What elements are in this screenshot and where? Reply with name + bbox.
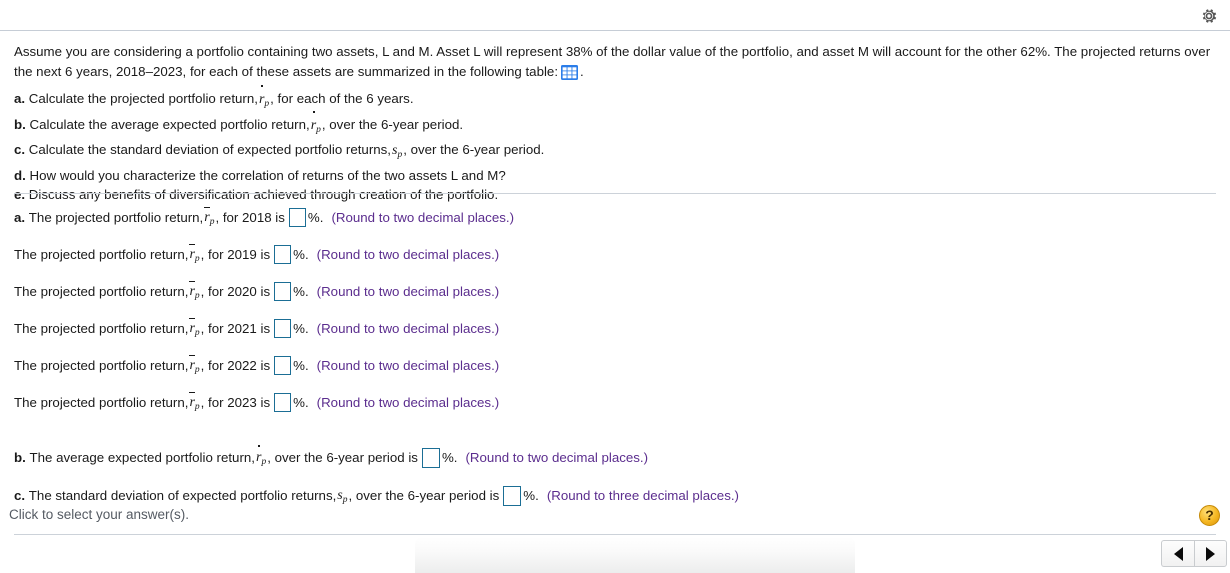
rounding-hint-2022: (Round to two decimal places.): [316, 358, 500, 373]
answer-input-average[interactable]: [421, 447, 440, 468]
percent-sign: %.: [441, 450, 458, 465]
answer-row-2020-prefix: The projected portfolio return,: [14, 284, 189, 299]
part-b-text: Calculate the average expected portfolio…: [29, 116, 310, 132]
triangle-left-icon: [1173, 546, 1183, 561]
answer-input-2018[interactable]: [288, 208, 306, 227]
part-a-text-after: , for each of the 6 years.: [270, 91, 414, 106]
answer-row-2023-prefix: The projected portfolio return,: [14, 395, 189, 410]
answer-row-stddev-middle: , over the 6-year period is: [348, 488, 500, 503]
part-c-text-after: , over the 6-year period.: [403, 142, 545, 158]
answer-input-2019[interactable]: [274, 245, 292, 264]
question-parts-list: a. Calculate the projected portfolio ret…: [14, 85, 1216, 205]
r-bar-p-symbol: rp: [189, 243, 200, 264]
next-button[interactable]: [1194, 540, 1227, 567]
question-part-a: a. Calculate the projected portfolio ret…: [14, 85, 1216, 112]
answer-input-2021[interactable]: [274, 319, 292, 338]
answer-row-2019-prefix: The projected portfolio return,: [14, 247, 189, 262]
answer-input-stddev[interactable]: [503, 485, 522, 506]
rounding-hint-average: (Round to two decimal places.): [465, 450, 649, 465]
triangle-right-icon: [1206, 546, 1215, 561]
s-p-symbol: sp: [337, 487, 348, 505]
answer-input-2022[interactable]: [274, 356, 292, 375]
question-stem: Assume you are considering a portfolio c…: [0, 31, 1230, 205]
s-p-symbol: sp: [392, 143, 403, 161]
r-bar-p-symbol: rp: [204, 206, 214, 227]
rounding-hint-2018: (Round to two decimal places.): [331, 210, 514, 225]
previous-button[interactable]: [1161, 540, 1194, 567]
answer-row-2018-label: a.: [14, 210, 26, 225]
r-bar-p-symbol: rp: [189, 317, 200, 338]
table-icon[interactable]: [561, 65, 579, 80]
answer-row-stddev-prefix: The standard deviation of expected portf…: [28, 488, 337, 503]
footer-divider: [14, 534, 1216, 535]
part-c-label: c.: [14, 142, 26, 158]
r-bar-p-symbol: rp: [311, 110, 321, 138]
select-answer-hint: Click to select your answer(s).: [9, 507, 190, 522]
gear-icon[interactable]: [1196, 3, 1222, 29]
percent-sign: %.: [293, 247, 309, 262]
rounding-hint-2020: (Round to two decimal places.): [316, 284, 500, 299]
stem-paragraph-text: Assume you are considering a portfolio c…: [14, 44, 1211, 79]
rounding-hint-2019: (Round to two decimal places.): [316, 247, 500, 262]
answer-row-2023: The projected portfolio return, rp, for 2…: [0, 384, 1230, 421]
answer-row-2020: The projected portfolio return, rp, for 2…: [0, 273, 1230, 310]
answer-row-2023-middle: , for 2023 is: [200, 395, 271, 410]
answer-row-average-label: b.: [14, 450, 26, 465]
answer-row-2019-middle: , for 2019 is: [200, 247, 271, 262]
answer-row-2021-prefix: The projected portfolio return,: [14, 321, 189, 336]
question-part-d: d. How would you characterize the correl…: [14, 166, 1216, 186]
answer-row-2018: a. The projected portfolio return, rp, fo…: [0, 199, 1230, 236]
r-bar-p-symbol: rp: [189, 391, 200, 412]
navigation-buttons: [1161, 540, 1227, 567]
answer-row-2018-prefix: The projected portfolio return,: [28, 210, 204, 225]
part-c-text: Calculate the standard deviation of expe…: [28, 142, 391, 158]
question-part-b: b. Calculate the average expected portfo…: [14, 110, 1216, 138]
answer-row-2020-middle: , for 2020 is: [200, 284, 271, 299]
percent-sign: %.: [293, 358, 309, 373]
answer-input-2023[interactable]: [274, 393, 292, 412]
answer-area: a. The projected portfolio return, rp, fo…: [0, 199, 1230, 514]
answer-row-2022: The projected portfolio return, rp , for …: [0, 347, 1230, 384]
bottom-toolbar-band: [415, 537, 855, 573]
answer-row-2021: The projected portfolio return, rp, for 2…: [0, 310, 1230, 347]
answer-row-2022-middle: , for 2022 is: [200, 358, 271, 373]
answer-row-average-prefix: The average expected portfolio return,: [29, 450, 255, 465]
percent-sign: %.: [293, 321, 309, 336]
answer-row-average-middle: , over the 6-year period is: [267, 450, 418, 465]
part-d-label: d.: [14, 167, 26, 183]
percent-sign: %.: [293, 284, 309, 299]
part-b-text-after: , over the 6-year period.: [321, 116, 464, 132]
section-divider: [14, 193, 1216, 194]
stem-paragraph-period: .: [580, 64, 584, 79]
question-page: Assume you are considering a portfolio c…: [0, 0, 1230, 573]
percent-sign: %.: [293, 395, 309, 410]
answer-row-2021-middle: , for 2021 is: [200, 321, 271, 336]
question-part-c: c. Calculate the standard deviation of e…: [14, 140, 1216, 163]
answer-row-stddev-label: c.: [14, 488, 26, 503]
r-bar-p-symbol: rp: [256, 444, 266, 467]
answer-input-2020[interactable]: [274, 282, 292, 301]
app-header: [0, 0, 1230, 31]
help-button[interactable]: ?: [1199, 505, 1220, 526]
part-d-text: How would you characterize the correlati…: [29, 167, 506, 183]
r-bar-p-symbol: rp: [189, 354, 200, 375]
answer-row-2022-prefix: The projected portfolio return,: [14, 358, 189, 373]
part-b-label: b.: [14, 116, 26, 132]
r-bar-p-symbol: rp: [259, 85, 269, 112]
answer-row-2019: The projected portfolio return, rp, for 2…: [0, 236, 1230, 273]
answer-row-average: b. The average expected portfolio return…: [0, 439, 1230, 476]
rounding-hint-stddev: (Round to three decimal places.): [546, 488, 739, 503]
rounding-hint-2021: (Round to two decimal places.): [316, 321, 500, 336]
r-bar-p-symbol: rp: [189, 280, 200, 301]
percent-sign: %.: [523, 488, 539, 503]
part-a-label: a.: [14, 91, 26, 106]
percent-sign: %.: [307, 210, 324, 225]
answer-row-2018-middle: , for 2018 is: [215, 210, 285, 225]
rounding-hint-2023: (Round to two decimal places.): [316, 395, 500, 410]
stem-paragraph: Assume you are considering a portfolio c…: [14, 42, 1214, 82]
part-a-text: Calculate the projected portfolio return…: [28, 91, 258, 106]
